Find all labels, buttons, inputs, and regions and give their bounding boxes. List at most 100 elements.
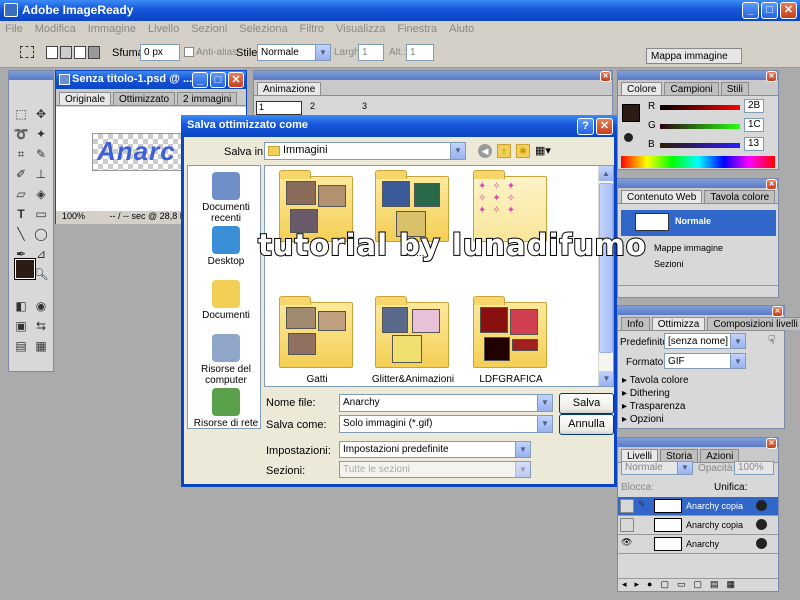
animation-close-icon[interactable]: ✕ xyxy=(600,71,611,82)
tab-originale[interactable]: Originale xyxy=(59,92,112,105)
folder-item[interactable] xyxy=(279,296,353,368)
menu-aiuto[interactable]: Aiuto xyxy=(449,23,474,38)
alt-input[interactable]: 1 xyxy=(406,44,434,61)
scroll-up-icon[interactable]: ▲ xyxy=(599,166,613,181)
foreground-color-swatch[interactable] xyxy=(14,258,36,280)
scroll-down-icon[interactable]: ▼ xyxy=(599,371,613,386)
layer-visibility-cell[interactable] xyxy=(620,518,634,532)
predefinito-select[interactable]: [senza nome] ▼ xyxy=(664,333,746,349)
menu-filtro[interactable]: Filtro xyxy=(300,23,324,38)
frame-3[interactable]: 3 xyxy=(360,101,406,115)
crop-icon[interactable]: ⌗ xyxy=(12,145,30,163)
stile-select[interactable]: Normale ▼ xyxy=(257,44,331,61)
section-trasparenza[interactable]: ▸ Trasparenza xyxy=(622,401,685,412)
preview-icon[interactable]: ◉ xyxy=(32,297,50,315)
selection-mode-icons[interactable] xyxy=(46,46,102,59)
tab-contenuto-web[interactable]: Contenuto Web xyxy=(621,190,703,203)
g-input[interactable]: 1C xyxy=(744,118,764,132)
lasso-icon[interactable]: ➰ xyxy=(12,125,30,143)
tab-colore[interactable]: Colore xyxy=(621,82,663,95)
layers-footer-icons[interactable]: ◂▸●▢▭▢▤▦ xyxy=(618,578,778,591)
antialias-checkbox[interactable] xyxy=(184,47,194,57)
doc-minimize-button[interactable]: _ xyxy=(192,72,208,88)
slice-visibility-icon[interactable]: ▦ xyxy=(32,337,50,355)
jump-to-icon[interactable]: ⇆ xyxy=(32,317,50,335)
menu-finestra[interactable]: Finestra xyxy=(397,23,437,38)
file-list-scrollbar[interactable]: ▲ ▼ xyxy=(598,166,613,386)
impostazioni-select[interactable]: Impostazioni predefinite ▼ xyxy=(339,441,531,458)
color-spectrum-bar[interactable] xyxy=(621,156,775,168)
eraser-icon[interactable]: ▱ xyxy=(12,185,30,203)
largh-input[interactable]: 1 xyxy=(358,44,384,61)
move-icon[interactable]: ✥ xyxy=(32,105,50,123)
tab-campioni[interactable]: Campioni xyxy=(664,82,719,95)
stamp-icon[interactable]: ⊥ xyxy=(32,165,50,183)
annulla-button[interactable]: Annulla xyxy=(559,414,614,435)
layer-style-icon[interactable] xyxy=(756,519,767,530)
section-opzioni[interactable]: ▸ Opzioni xyxy=(622,414,664,425)
type-icon[interactable]: T xyxy=(12,205,30,223)
place-computer[interactable]: Risorse del computer xyxy=(193,334,259,386)
zoom-level[interactable]: 100% xyxy=(62,211,85,221)
mappa-immagine-tab[interactable]: Mappa immagine xyxy=(646,48,742,64)
place-documents[interactable]: Documenti xyxy=(193,280,259,321)
brush-icon[interactable]: ✐ xyxy=(12,165,30,183)
layers-close-icon[interactable]: ✕ xyxy=(766,438,777,449)
salva-button[interactable]: Salva xyxy=(559,393,614,414)
nome-file-input[interactable]: Anarchy ▼ xyxy=(339,394,553,412)
folder-item[interactable] xyxy=(473,296,547,368)
doc-close-button[interactable]: ✕ xyxy=(228,72,244,88)
layer-row[interactable]: 👁︎ Anarchy xyxy=(618,535,778,554)
doc-maximize-button[interactable]: □ xyxy=(210,72,226,88)
ellipse-icon[interactable]: ◯ xyxy=(32,225,50,243)
bucket-icon[interactable]: ◈ xyxy=(32,185,50,203)
menu-seleziona[interactable]: Seleziona xyxy=(239,23,287,38)
back-icon[interactable]: ◀ xyxy=(478,144,492,158)
layer-style-icon[interactable] xyxy=(756,500,767,511)
folder-item[interactable] xyxy=(375,296,449,368)
optimize-close-icon[interactable]: ✕ xyxy=(772,306,783,317)
g-slider[interactable] xyxy=(660,124,740,129)
color-fg-swatch[interactable] xyxy=(622,104,640,122)
screen-mode-icon[interactable]: ▣ xyxy=(12,317,30,335)
up-folder-icon[interactable]: ↑ xyxy=(497,144,511,158)
formato-select[interactable]: GIF ▼ xyxy=(664,353,746,369)
frame-1[interactable]: 1 xyxy=(256,101,302,115)
menu-visualizza[interactable]: Visualizza xyxy=(336,23,385,38)
tab-tavola-colore[interactable]: Tavola colore xyxy=(704,190,776,203)
magic-wand-icon[interactable]: ✦ xyxy=(32,125,50,143)
web-item-sezioni[interactable]: Sezioni xyxy=(654,259,684,269)
tab-ottimizza[interactable]: Ottimizza xyxy=(651,317,706,330)
tab-composizioni[interactable]: Composizioni livelli xyxy=(707,317,800,330)
sezioni-select[interactable]: Tutte le sezioni ▼ xyxy=(339,461,531,478)
tab-2-immagini[interactable]: 2 immagini xyxy=(177,92,238,105)
maximize-button[interactable]: □ xyxy=(761,2,778,19)
blend-mode-select[interactable]: Normale ▼ xyxy=(621,461,693,475)
menu-sezioni[interactable]: Sezioni xyxy=(191,23,227,38)
marquee-tool-icon[interactable] xyxy=(20,46,34,58)
place-desktop[interactable]: Desktop xyxy=(193,226,259,267)
layer-row[interactable]: ✎ Anarchy copia xyxy=(618,497,778,516)
menu-modifica[interactable]: Modifica xyxy=(35,23,76,38)
line-icon[interactable]: ╲ xyxy=(12,225,30,243)
salva-come-select[interactable]: Solo immagini (*.gif) ▼ xyxy=(339,415,553,433)
salva-in-select[interactable]: Immagini ▼ xyxy=(264,142,466,160)
new-folder-icon[interactable]: ✱ xyxy=(516,144,530,158)
web-item-mappe[interactable]: Mappe immagine xyxy=(654,243,723,253)
frame-2[interactable]: 2 xyxy=(308,101,354,115)
color-close-icon[interactable]: ✕ xyxy=(766,71,777,82)
minimize-button[interactable]: _ xyxy=(742,2,759,19)
layer-visibility-cell[interactable] xyxy=(620,499,634,513)
web-close-icon[interactable]: ✕ xyxy=(766,179,777,190)
eye-icon[interactable]: 👁︎ xyxy=(621,537,632,548)
section-dithering[interactable]: ▸ Dithering xyxy=(622,388,670,399)
view-menu-icon[interactable]: ▦▾ xyxy=(535,144,553,158)
layer-style-icon[interactable] xyxy=(756,538,767,549)
section-tavola-colore[interactable]: ▸ Tavola colore xyxy=(622,375,689,386)
optimize-menu-icon[interactable]: ☟ xyxy=(768,333,775,347)
r-input[interactable]: 2B xyxy=(744,99,764,113)
place-network[interactable]: Risorse di rete xyxy=(193,388,259,429)
r-slider[interactable] xyxy=(660,105,740,110)
place-recent[interactable]: Documenti recenti xyxy=(193,172,259,224)
scroll-thumb[interactable] xyxy=(599,183,613,353)
